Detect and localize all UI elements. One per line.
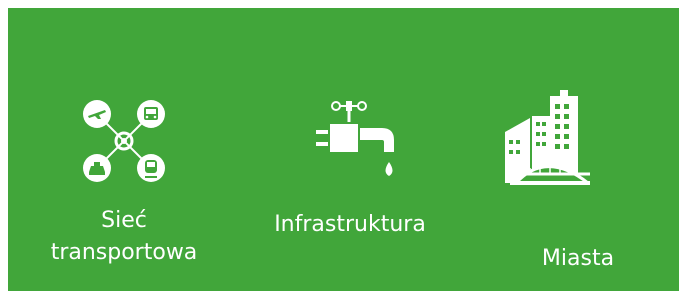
infrastructure-tap-icon [316, 101, 394, 176]
category-label-line1: Sieć [101, 208, 147, 233]
categories-panel: Sieć transportowa Infrastruktura Miasta [8, 8, 679, 291]
transport-network-icon [83, 100, 165, 182]
category-label-line2: transportowa [50, 240, 198, 265]
category-label: Infrastruktura [274, 212, 426, 237]
category-transport-network[interactable]: Sieć transportowa [26, 88, 222, 288]
category-infrastructure[interactable]: Infrastruktura [250, 88, 450, 288]
category-cities[interactable]: Miasta [498, 88, 658, 288]
category-label: Miasta [541, 246, 615, 271]
city-buildings-icon [505, 90, 590, 185]
